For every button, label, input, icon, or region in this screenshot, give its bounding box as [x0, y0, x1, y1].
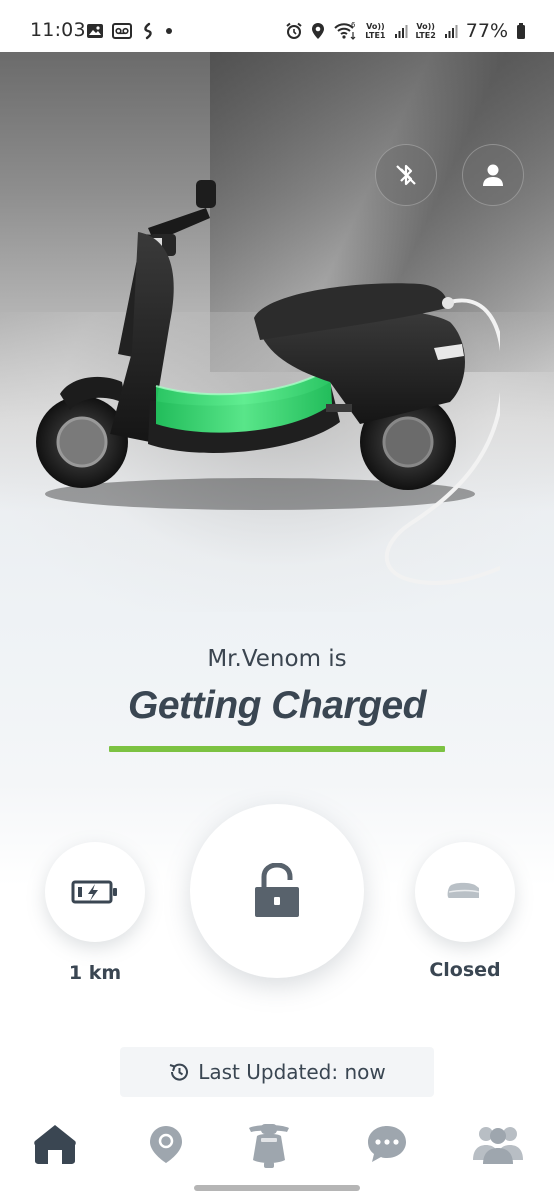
- range-button[interactable]: [45, 842, 145, 942]
- owner-line: Mr.Venom is: [207, 646, 347, 672]
- alarm-icon: [286, 22, 302, 39]
- status-time: 11:03: [30, 19, 86, 41]
- notification-icons: [86, 19, 174, 43]
- sim1-indicator: Vo)) LTE1: [365, 22, 386, 40]
- wifi-6-icon: 6: [334, 21, 356, 40]
- title-underline: [109, 746, 445, 752]
- map-pin-icon: [150, 1126, 182, 1163]
- range-value: 1 km: [68, 962, 122, 984]
- scooter-front-icon: [249, 1124, 289, 1168]
- dot-icon: [166, 28, 172, 34]
- system-icons: 6 Vo)) LTE1 Vo)) LTE2 77%: [285, 18, 526, 44]
- charging-status-title: Getting Charged: [127, 684, 427, 727]
- scooter-image: [36, 180, 500, 585]
- signal-icon: [394, 25, 407, 38]
- signal-icon: [444, 25, 458, 38]
- svg-text:6: 6: [351, 21, 356, 29]
- home-icon: [34, 1125, 76, 1164]
- nav-location[interactable]: [136, 1119, 196, 1169]
- seat-button[interactable]: [415, 842, 515, 942]
- battery-percent: 77%: [465, 20, 508, 42]
- nav-vehicle[interactable]: [239, 1119, 299, 1169]
- lock-toggle-button[interactable]: [190, 804, 364, 978]
- gallery-icon: [87, 24, 103, 38]
- voicemail-icon: [112, 23, 132, 39]
- nav-community[interactable]: [468, 1119, 528, 1169]
- community-icon: [473, 1127, 523, 1164]
- status-bar: 11:03 6 Vo)) LTE1 Vo)) LTE2 77%: [0, 0, 554, 52]
- profile-button[interactable]: [462, 144, 524, 206]
- chat-bubble-icon: [368, 1126, 406, 1162]
- gesture-home-indicator[interactable]: [194, 1185, 360, 1191]
- vehicle-hero: [0, 52, 554, 612]
- fan-icon: [144, 22, 152, 40]
- bottom-nav: [0, 1097, 554, 1200]
- controls-section: 1 km Closed: [0, 782, 554, 1042]
- seat-icon: [447, 882, 480, 898]
- location-icon: [312, 23, 325, 39]
- battery-icon: [517, 23, 525, 39]
- bluetooth-off-icon: [396, 164, 416, 186]
- profile-icon: [483, 164, 503, 186]
- unlocked-padlock-icon: [255, 863, 299, 917]
- history-icon: [169, 1063, 189, 1081]
- status-section: Mr.Venom is Getting Charged: [0, 612, 554, 782]
- battery-charging-icon: [71, 880, 117, 904]
- bluetooth-toggle-button[interactable]: [375, 144, 437, 206]
- sim2-indicator: Vo)) LTE2: [415, 22, 436, 40]
- nav-chat[interactable]: [357, 1119, 417, 1169]
- seat-status: Closed: [429, 959, 501, 981]
- last-updated-bar[interactable]: Last Updated: now: [120, 1047, 434, 1097]
- last-updated-text: Last Updated: now: [198, 1060, 386, 1084]
- nav-home[interactable]: [25, 1119, 85, 1169]
